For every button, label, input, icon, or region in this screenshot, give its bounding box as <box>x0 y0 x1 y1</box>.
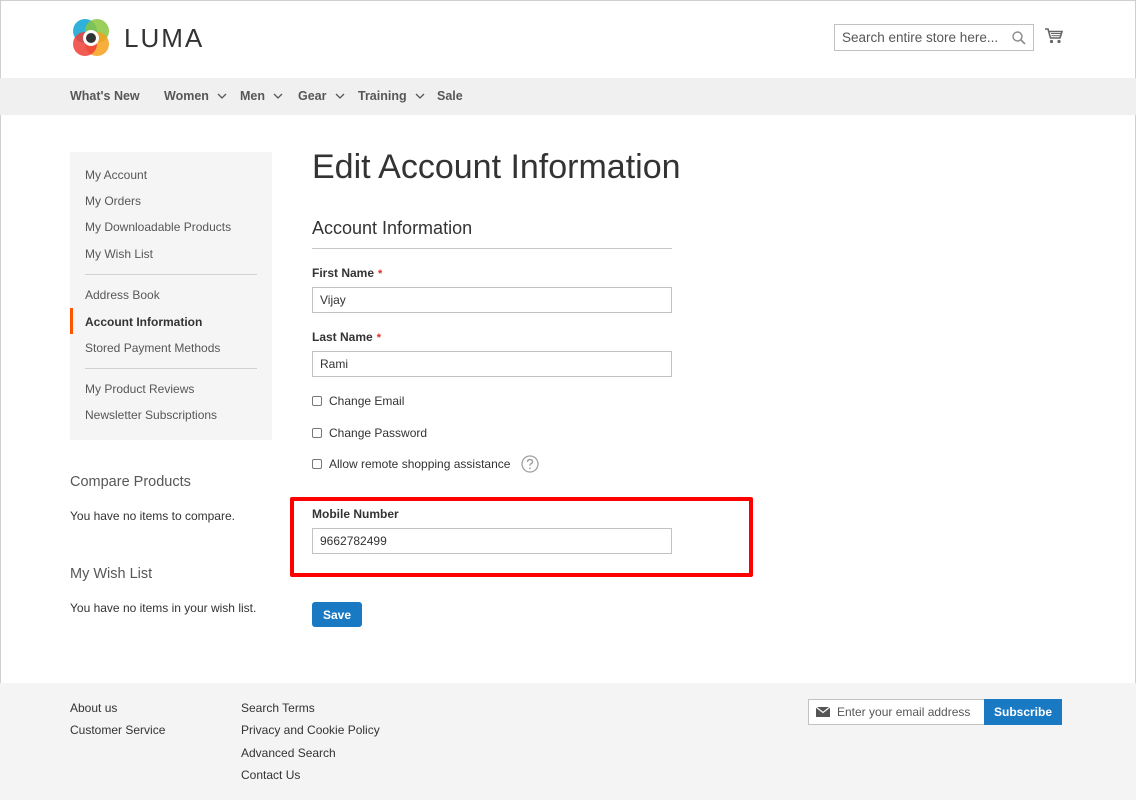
nav-label: Training <box>358 89 407 103</box>
subscribe-button[interactable]: Subscribe <box>984 699 1062 725</box>
newsletter-email-input[interactable] <box>830 701 980 723</box>
sidebar-item-address-book[interactable]: Address Book <box>85 288 160 302</box>
cart-icon[interactable] <box>1044 27 1064 45</box>
nav-item-training[interactable]: Training <box>358 89 425 103</box>
fieldset-legend: Account Information <box>312 218 473 238</box>
help-question-icon[interactable] <box>521 455 540 473</box>
sidebar-item-my-account[interactable]: My Account <box>85 168 147 182</box>
footer-link-customer-service[interactable]: Customer Service <box>70 723 165 737</box>
sidebar-item-account-information[interactable]: Account Information <box>85 315 202 329</box>
sidebar-item-my-orders[interactable]: My Orders <box>85 194 141 208</box>
wish-list-empty: You have no items in your wish list. <box>70 601 257 615</box>
newsletter-form: Subscribe <box>808 699 1062 725</box>
sidebar-item-stored-payment-methods[interactable]: Stored Payment Methods <box>85 341 220 355</box>
sidebar-item-downloadable-products[interactable]: My Downloadable Products <box>85 220 231 234</box>
remote-assistance-option[interactable]: Allow remote shopping assistance <box>312 455 540 473</box>
legend-divider <box>312 248 672 249</box>
compare-products-title: Compare Products <box>70 474 191 490</box>
chevron-down-icon <box>273 93 283 99</box>
page-title: Edit Account Information <box>312 148 681 186</box>
nav-item-men[interactable]: Men <box>240 89 283 103</box>
first-name-label-text: First Name <box>312 266 375 280</box>
remote-assistance-label[interactable]: Allow remote shopping assistance <box>329 457 510 471</box>
chevron-down-icon <box>335 93 344 99</box>
wish-list-title: My Wish List <box>70 566 153 582</box>
luma-logo-icon <box>73 19 109 56</box>
chevron-down-icon <box>415 93 425 99</box>
change-email-label[interactable]: Change Email <box>329 394 404 408</box>
main-navigation: What's New Women Men Gear Training Sale <box>0 78 1136 115</box>
remote-assistance-checkbox[interactable] <box>312 459 322 469</box>
footer-link-privacy-policy[interactable]: Privacy and Cookie Policy <box>241 723 380 737</box>
envelope-icon <box>816 707 830 717</box>
change-password-checkbox[interactable] <box>312 428 322 438</box>
last-name-label-text: Last Name <box>312 330 373 344</box>
search-box[interactable] <box>834 24 1034 51</box>
logo-text: LUMA <box>124 22 205 53</box>
nav-item-gear[interactable]: Gear <box>298 89 345 103</box>
nav-label: Men <box>240 89 265 103</box>
chevron-down-icon <box>217 93 227 99</box>
nav-item-sale[interactable]: Sale <box>437 89 463 103</box>
change-email-checkbox[interactable] <box>312 396 322 406</box>
mobile-number-field[interactable] <box>312 528 672 554</box>
nav-label: What's New <box>70 89 140 103</box>
nav-item-whats-new[interactable]: What's New <box>70 89 140 103</box>
footer-link-search-terms[interactable]: Search Terms <box>241 701 315 715</box>
required-mark: * <box>378 268 383 280</box>
footer-link-contact-us[interactable]: Contact Us <box>241 768 300 782</box>
last-name-field[interactable] <box>312 351 672 377</box>
mobile-number-label: Mobile Number <box>312 507 399 521</box>
first-name-field[interactable] <box>312 287 672 313</box>
required-mark: * <box>376 332 381 344</box>
change-password-label[interactable]: Change Password <box>329 426 427 440</box>
footer-link-advanced-search[interactable]: Advanced Search <box>241 746 336 760</box>
nav-label: Sale <box>437 89 463 103</box>
nav-item-women[interactable]: Women <box>164 89 227 103</box>
sidebar-divider <box>85 368 257 369</box>
footer-link-about-us[interactable]: About us <box>70 701 117 715</box>
save-button[interactable]: Save <box>312 602 362 627</box>
last-name-label: Last Name * <box>312 330 381 344</box>
change-email-option[interactable]: Change Email <box>312 394 404 408</box>
compare-products-empty: You have no items to compare. <box>70 509 235 523</box>
nav-label: Gear <box>298 89 327 103</box>
change-password-option[interactable]: Change Password <box>312 426 427 440</box>
sidebar-item-my-wish-list[interactable]: My Wish List <box>85 247 153 261</box>
sidebar-item-product-reviews[interactable]: My Product Reviews <box>85 382 194 396</box>
nav-label: Women <box>164 89 209 103</box>
account-sidebar: My Account My Orders My Downloadable Pro… <box>70 152 272 440</box>
luma-logo[interactable]: LUMA <box>70 17 204 59</box>
sidebar-active-indicator <box>70 308 73 334</box>
search-input[interactable] <box>835 25 1005 50</box>
search-icon[interactable] <box>1011 30 1027 46</box>
first-name-label: First Name * <box>312 266 382 280</box>
sidebar-divider <box>85 274 257 275</box>
newsletter-input-wrap[interactable] <box>808 699 984 725</box>
sidebar-item-newsletter-subscriptions[interactable]: Newsletter Subscriptions <box>85 408 217 422</box>
